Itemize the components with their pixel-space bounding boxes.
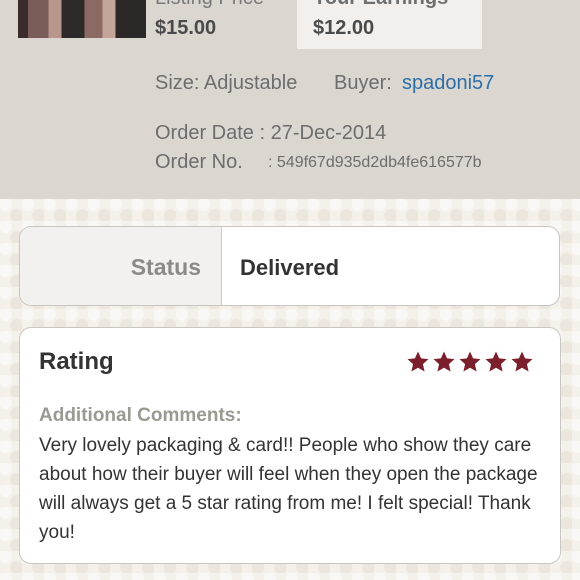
star-icon — [407, 351, 429, 372]
size-info: Size: Adjustable — [155, 72, 298, 94]
order-number-value: : 549f67d935d2db4fe616577b — [268, 154, 482, 171]
status-label-cell: Status — [20, 227, 222, 305]
earnings-value: $12.00 — [313, 17, 375, 39]
buyer-link[interactable]: spadoni57 — [402, 72, 494, 95]
product-thumbnail[interactable] — [18, 0, 146, 38]
star-icon — [433, 351, 455, 372]
listing-price-label: Listing Price — [155, 0, 264, 10]
star-icon — [459, 351, 481, 372]
status-label: Status — [130, 254, 201, 280]
order-date: Order Date : 27-Dec-2014 — [155, 122, 387, 144]
order-summary-panel: Listing Price $15.00 Your Earnings $12.0… — [0, 0, 580, 199]
listing-price-value: $15.00 — [155, 17, 217, 39]
rating-card: Rating Additional Comments: Very lovely … — [19, 327, 561, 564]
star-rating — [406, 350, 536, 374]
status-card: Status Delivered — [19, 226, 560, 306]
earnings-label: Your Earnings — [313, 0, 448, 10]
comments-label: Additional Comments: — [39, 405, 242, 426]
order-number-label: Order No. — [155, 151, 243, 173]
star-icon — [485, 351, 507, 372]
status-value: Delivered — [240, 255, 340, 280]
star-icon — [511, 351, 533, 372]
comments-text: Very lovely packaging & card!! People wh… — [39, 435, 538, 543]
rating-title: Rating — [39, 348, 114, 375]
buyer-label: Buyer: — [334, 72, 392, 94]
